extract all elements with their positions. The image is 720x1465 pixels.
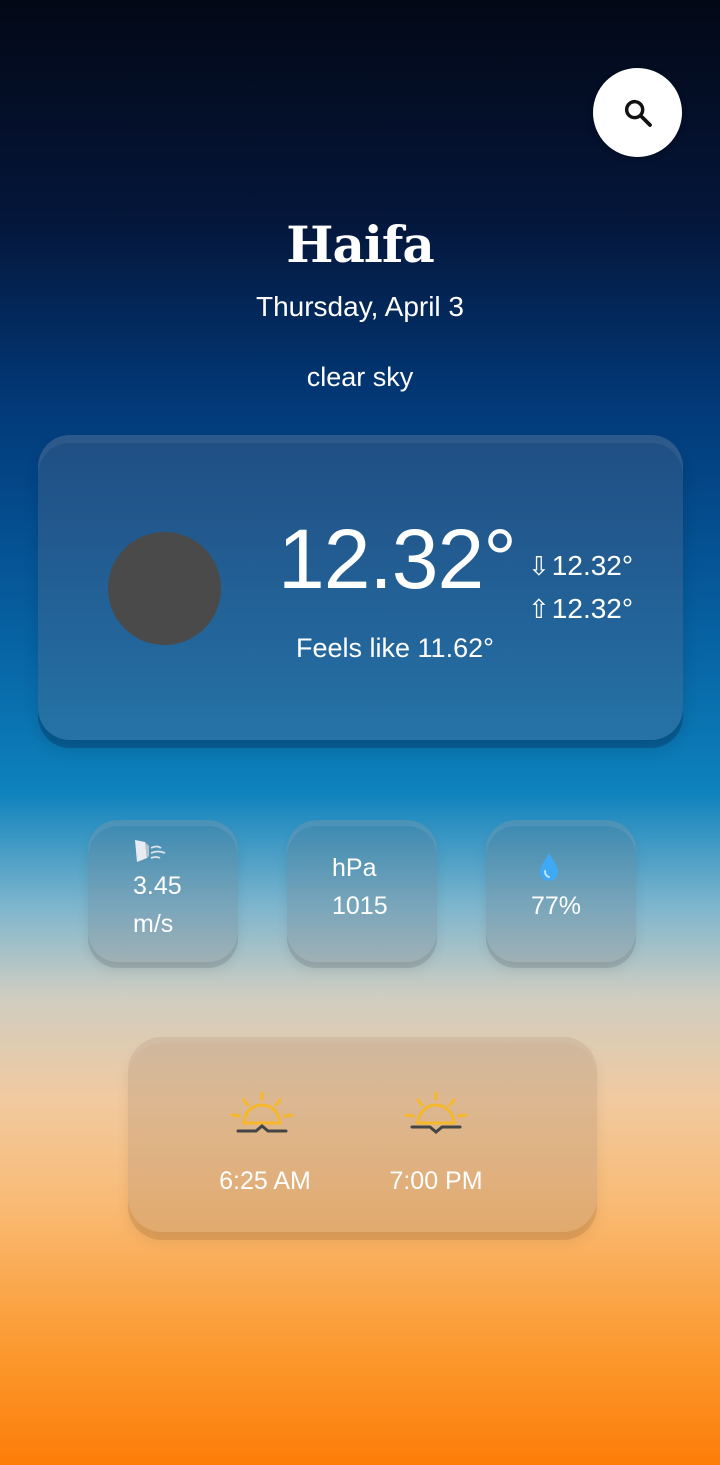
min-temperature: 12.32° — [551, 550, 634, 581]
pressure-card: hPa 1015 — [287, 820, 437, 962]
weather-condition: clear sky — [306, 362, 414, 392]
sun-times-card: 6:25 AM 7:00 PM — [128, 1037, 597, 1232]
humidity-value: 77% — [531, 892, 582, 920]
wind-card: 3.45 m/s — [88, 820, 238, 962]
min-temperature-row: ⇩ 12.32° — [528, 550, 633, 582]
sunrise-time: 6:25 AM — [219, 1167, 311, 1195]
weather-icon-placeholder — [108, 532, 221, 645]
current-date: Thursday, April 3 — [255, 291, 465, 322]
sunset-time: 7:00 PM — [389, 1167, 483, 1195]
feels-like: Feels like 11.62° — [296, 633, 494, 663]
arrow-up-icon: ⇧ — [528, 593, 550, 624]
city-name: Haifa — [286, 215, 435, 274]
search-button[interactable] — [593, 68, 682, 157]
search-icon — [624, 99, 652, 127]
wind-speed: 3.45 — [133, 872, 182, 900]
current-weather-card: 12.32° ⇩ 12.32° ⇧ 12.32° Feels like 11.6… — [38, 435, 683, 740]
arrow-down-icon: ⇩ — [528, 550, 550, 581]
droplet-icon — [540, 853, 558, 881]
pressure-value: 1015 — [332, 892, 388, 920]
humidity-card: 77% — [486, 820, 636, 962]
max-temperature: 12.32° — [551, 593, 634, 624]
pressure-unit: hPa — [332, 854, 377, 882]
sunset-icon — [404, 1091, 468, 1134]
wind-unit: m/s — [133, 910, 174, 938]
wind-icon — [135, 840, 166, 862]
sunrise-icon — [230, 1091, 294, 1133]
current-temperature: 12.32° — [278, 512, 517, 606]
max-temperature-row: ⇧ 12.32° — [528, 593, 633, 625]
